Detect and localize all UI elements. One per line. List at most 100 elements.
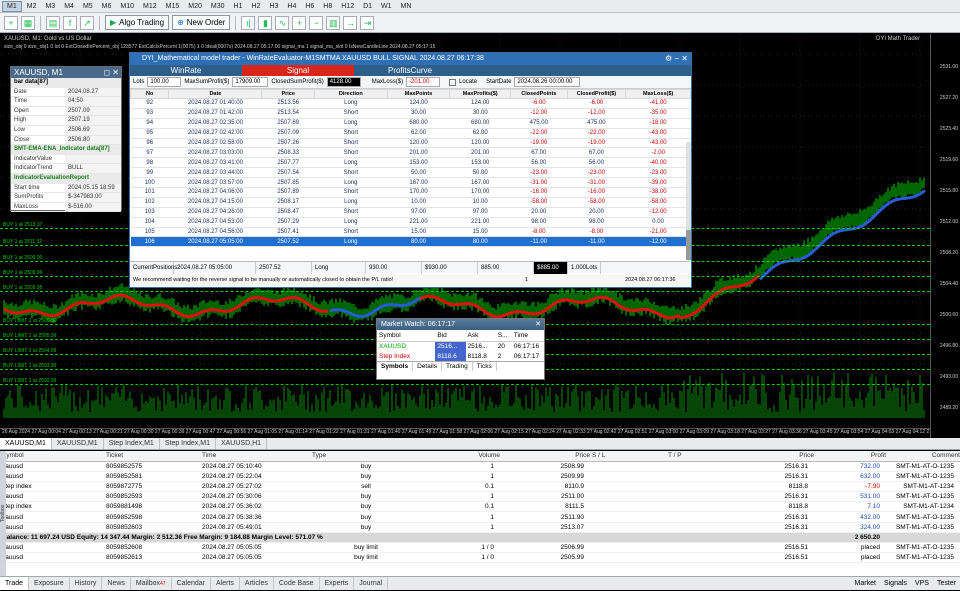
start-date-field[interactable]: 2024.08.26 00:00:00 — [514, 77, 581, 87]
timeframe-h4[interactable]: H4 — [283, 1, 300, 12]
table-row[interactable]: 101 2024.08.27 04:06:00 2507.89 Short 170.00… — [130, 187, 691, 198]
max-sum-field[interactable]: 17909.00 — [232, 77, 269, 87]
column-header[interactable]: Price — [261, 89, 315, 99]
new-chart-icon[interactable]: + — [4, 15, 18, 30]
position-row[interactable]: step index 8059872775 2024.08.27 05:27:02 s… — [0, 481, 960, 493]
model-window-title[interactable]: DYI_Mathematical model trader - WinRateE… — [130, 53, 691, 65]
toolbox-side-label[interactable]: Toolbox — [0, 451, 6, 576]
timeframe-h3[interactable]: H3 — [265, 1, 282, 12]
market-watch-title[interactable]: Market Watch: 06:17:17 ✕ — [377, 319, 544, 330]
column-header[interactable]: T / P — [666, 451, 742, 462]
timeframe-h8[interactable]: H8 — [319, 1, 336, 12]
zoom-in-icon[interactable]: + — [292, 15, 307, 30]
column-header[interactable]: Ticket — [104, 451, 200, 462]
table-row[interactable]: 95 2024.08.27 02:42:00 2507.09 Short 62.00 62… — [130, 128, 691, 139]
max-loss-field[interactable]: -201.00 — [406, 77, 441, 87]
column-header[interactable]: Time — [200, 451, 310, 462]
timeframe-m10[interactable]: M10 — [116, 1, 138, 12]
tab-trading[interactable]: Trading — [442, 362, 473, 371]
timeframe-h2[interactable]: H2 — [247, 1, 264, 12]
timeframe-h12[interactable]: H12 — [337, 1, 358, 12]
table-row[interactable]: 92 2024.08.27 01:40:00 2513.56 Long 124.00 12… — [130, 98, 691, 109]
order-line[interactable]: BUY 1 at 2509.95 — [0, 285, 930, 292]
column-header[interactable]: Date — [168, 89, 263, 99]
tab-mailbox[interactable]: Mailbox47 — [131, 577, 172, 590]
link-market[interactable]: Market — [855, 577, 876, 590]
tab-articles[interactable]: Articles — [240, 577, 274, 590]
chart-tab[interactable]: Step Index,M1 — [104, 438, 160, 449]
timeframe-h1[interactable]: H1 — [230, 1, 247, 12]
tab-experts[interactable]: Experts — [320, 577, 355, 590]
table-row[interactable]: 102 2024.08.27 04:15:00 2508.17 Long 10.00 10… — [130, 197, 691, 208]
column-header[interactable]: Profit — [814, 451, 886, 462]
column-header[interactable]: MaxLoss($) — [625, 89, 691, 99]
tab-signal[interactable]: Signal — [242, 65, 354, 76]
timeframe-m15[interactable]: M15 — [162, 1, 184, 12]
timeframe-m2[interactable]: M2 — [23, 1, 41, 12]
symbol-row[interactable]: Step Index 8118.6 8118.8 2 06:17:17 — [377, 351, 544, 361]
position-row[interactable]: xauusd 8059852575 2024.08.27 05:10:40 buy 1 2… — [0, 461, 960, 472]
tab-alerts[interactable]: Alerts — [211, 577, 240, 590]
tab-profitscurve[interactable]: ProfitsCurve — [354, 65, 466, 76]
window-controls-icon[interactable]: ⚙ − ✕ — [665, 53, 688, 65]
column-header[interactable]: Time — [511, 330, 544, 342]
table-row[interactable]: 105 2024.08.27 04:56:00 2507.41 Short 15.00 1… — [130, 227, 691, 238]
tab-history[interactable]: History — [70, 577, 103, 590]
table-row[interactable]: 103 2024.08.27 04:26:00 2508.47 Short 97.00 9… — [130, 207, 691, 218]
price-chart[interactable]: XAUUSD, M1: Gold vs US Dollar size_obj 0… — [0, 34, 960, 438]
zoom-out-icon[interactable]: − — [309, 15, 324, 30]
column-header[interactable]: S... — [495, 330, 512, 342]
position-row[interactable]: xauusd 8059852603 2024.08.27 05:49:01 buy 1 2… — [0, 522, 960, 533]
timeframe-w1[interactable]: W1 — [377, 1, 396, 12]
chart-tab[interactable]: XAUUSD,M1 — [52, 438, 104, 449]
tab-winrate[interactable]: WinRate — [130, 65, 242, 76]
table-row[interactable]: 93 2024.08.27 01:42:00 2513.54 Short 30.00 30… — [130, 108, 691, 119]
timeframe-m3[interactable]: M3 — [41, 1, 59, 12]
data-window-title[interactable]: XAUUSD, M1 ◻ ✕ — [11, 67, 121, 78]
table-row[interactable]: 96 2024.08.27 02:58:00 2507.26 Short 120.00 1… — [130, 138, 691, 149]
column-header[interactable]: Volume — [420, 451, 500, 462]
pending-order-row[interactable]: xauusd 8059852608 2024.08.27 05:05:05 buy l… — [0, 542, 960, 554]
column-header[interactable]: Ask — [465, 330, 496, 342]
close-icon[interactable]: ✕ — [535, 319, 541, 330]
column-header[interactable]: Symbol — [0, 451, 104, 462]
objects-icon[interactable]: ↗ — [80, 15, 94, 30]
column-header[interactable]: Direction — [313, 89, 388, 99]
lots-field[interactable]: 100.00 — [147, 77, 182, 87]
order-line[interactable]: BUY LIMIT 1 at 2502.99 — [0, 378, 930, 385]
timeframe-m5[interactable]: M5 — [79, 1, 97, 12]
column-header[interactable]: No — [129, 89, 170, 99]
position-row[interactable]: step index 8059881498 2024.08.27 05:36:02 b… — [0, 501, 960, 513]
tab-trade[interactable]: Trade — [0, 577, 30, 590]
position-row[interactable]: xauusd 8059852581 2024.08.27 05:22:04 buy 1 2… — [0, 471, 960, 482]
timeframe-m4[interactable]: M4 — [60, 1, 78, 12]
tab-code-base[interactable]: Code Base — [274, 577, 320, 590]
timeframe-m20[interactable]: M20 — [184, 1, 206, 12]
symbol-row[interactable]: XAUUSD 2516... 2516... 20 06:17:16 — [377, 341, 544, 351]
close-icon[interactable]: ◻ ✕ — [103, 67, 119, 78]
column-header[interactable]: ClosedProfit($) — [566, 89, 627, 99]
table-row[interactable]: 94 2024.08.27 02:35:00 2507.69 Long 680.00 68… — [130, 118, 691, 129]
table-row[interactable]: 104 2024.08.27 04:53:00 2507.29 Long 221.00 2… — [130, 217, 691, 228]
timeframe-m12[interactable]: M12 — [139, 1, 161, 12]
column-header[interactable]: S / L — [590, 451, 666, 462]
shift-icon[interactable]: ⇥ — [360, 15, 375, 30]
column-header[interactable]: Comment — [886, 451, 960, 462]
table-row[interactable]: 98 2024.08.27 03:41:00 2507.77 Long 153.00 15… — [130, 157, 691, 169]
tile-icon[interactable]: ▥ — [326, 15, 341, 30]
link-tester[interactable]: Tester — [937, 577, 956, 590]
tab-calendar[interactable]: Calendar — [172, 577, 212, 590]
column-header[interactable]: Price — [500, 451, 590, 462]
table-row[interactable]: 100 2024.08.27 03:57:00 2507.85 Long 167.00 1… — [130, 177, 691, 189]
chart-tab[interactable]: Step Index,M1 — [160, 438, 216, 449]
chart-type-icon[interactable]: ▤ — [46, 15, 60, 30]
position-row[interactable]: xauusd 8059852593 2024.08.27 05:30:06 buy 1 2… — [0, 491, 960, 503]
table-row[interactable]: 99 2024.08.27 03:44:00 2507.54 Short 50.00 50… — [130, 167, 691, 179]
time-axis[interactable]: 26 Aug 2024 27 Aug 00:04 27 Aug 00:13 27… — [0, 428, 930, 438]
tab-journal[interactable]: Journal — [354, 577, 389, 590]
autoscroll-icon[interactable]: → — [343, 15, 358, 30]
indicators-icon[interactable]: f — [63, 15, 77, 30]
table-row[interactable]: 97 2024.08.27 03:03:00 2508.33 Short 201.00 2… — [130, 147, 691, 159]
chart-tab[interactable]: XAUUSD,M1 — [0, 438, 52, 449]
column-header[interactable]: MaxProfits($) — [449, 89, 512, 99]
